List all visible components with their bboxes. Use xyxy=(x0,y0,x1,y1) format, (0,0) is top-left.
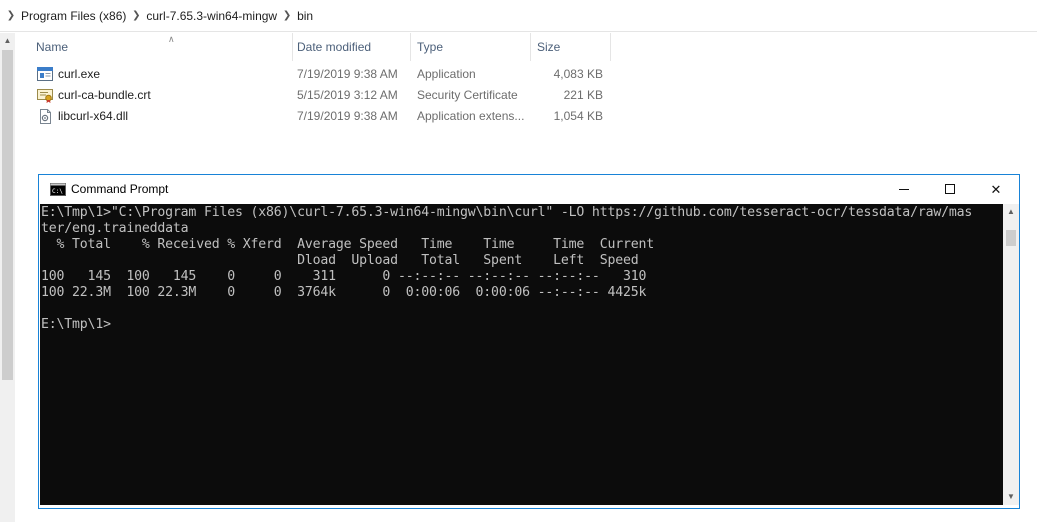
file-date-modified: 5/15/2019 3:12 AM xyxy=(297,88,398,102)
command-prompt-titlebar[interactable]: C:\ Command Prompt ✕ xyxy=(39,175,1019,204)
column-header-date-modified[interactable]: Date modified xyxy=(291,33,411,61)
sort-ascending-icon: ∧ xyxy=(168,34,175,44)
file-type: Application extens... xyxy=(417,109,525,123)
column-header-date-label: Date modified xyxy=(297,40,372,54)
column-header-type-label: Type xyxy=(417,40,444,54)
file-date-modified: 7/19/2019 9:38 AM xyxy=(297,67,398,81)
file-name: curl-ca-bundle.crt xyxy=(58,88,151,102)
command-prompt-window[interactable]: C:\ Command Prompt ✕ E:\Tmp\1>"C:\Progra… xyxy=(38,174,1020,509)
scrollbar-thumb[interactable] xyxy=(2,50,13,380)
column-header-size-label: Size xyxy=(537,40,561,54)
certificate-icon xyxy=(37,89,53,103)
file-row-libcurl-dll[interactable]: libcurl-x64.dll 7/19/2019 9:38 AM Applic… xyxy=(15,106,815,127)
breadcrumb-item-program-files[interactable]: Program Files (x86) xyxy=(18,9,129,23)
scrollbar-thumb[interactable] xyxy=(1006,230,1016,246)
maximize-icon xyxy=(945,184,955,194)
command-prompt-icon: C:\ xyxy=(50,183,66,196)
chevron-right-icon[interactable]: ❯ xyxy=(4,10,18,21)
column-header-type[interactable]: Type xyxy=(411,33,531,61)
file-name: libcurl-x64.dll xyxy=(58,109,129,123)
breadcrumb-item-curl-folder[interactable]: curl-7.65.3-win64-mingw xyxy=(143,9,280,23)
breadcrumb-item-bin[interactable]: bin xyxy=(294,9,316,23)
chevron-right-icon[interactable]: ❯ xyxy=(280,10,294,21)
file-name: curl.exe xyxy=(58,67,101,81)
minimize-icon xyxy=(899,189,909,190)
breadcrumb: ❯ Program Files (x86) ❯ curl-7.65.3-win6… xyxy=(0,0,1037,32)
chevron-right-icon[interactable]: ❯ xyxy=(129,10,143,21)
file-size: 221 KB xyxy=(563,88,603,102)
file-list: curl.exe 7/19/2019 9:38 AM Application 4… xyxy=(15,64,815,127)
window-title: Command Prompt xyxy=(71,182,169,196)
column-header-name[interactable]: Name ∧ xyxy=(30,33,293,61)
file-type: Application xyxy=(417,67,476,81)
file-date-modified: 7/19/2019 9:38 AM xyxy=(297,109,398,123)
minimize-button[interactable] xyxy=(881,175,927,204)
navigation-pane-scrollbar[interactable]: ▲ xyxy=(0,33,15,522)
file-list-header: Name ∧ Date modified Type Size xyxy=(15,33,815,61)
console-scrollbar[interactable]: ▲ ▼ xyxy=(1003,204,1019,505)
column-header-name-label: Name xyxy=(36,40,69,54)
dll-icon xyxy=(40,109,51,124)
file-size: 1,054 KB xyxy=(553,109,603,123)
close-button[interactable]: ✕ xyxy=(973,175,1019,204)
svg-text:C:\: C:\ xyxy=(52,188,63,195)
console-text: E:\Tmp\1>"C:\Program Files (x86)\curl-7.… xyxy=(41,205,973,332)
file-size: 4,083 KB xyxy=(553,67,603,81)
maximize-button[interactable] xyxy=(927,175,973,204)
scroll-up-arrow-icon[interactable]: ▲ xyxy=(1003,204,1019,220)
scroll-up-arrow-icon[interactable]: ▲ xyxy=(0,33,15,48)
file-row-curl-exe[interactable]: curl.exe 7/19/2019 9:38 AM Application 4… xyxy=(15,64,815,85)
explorer-right-edge xyxy=(1030,33,1037,522)
console-output[interactable]: E:\Tmp\1>"C:\Program Files (x86)\curl-7.… xyxy=(40,204,1003,505)
file-type: Security Certificate xyxy=(417,88,518,102)
file-row-curl-ca-bundle[interactable]: curl-ca-bundle.crt 5/15/2019 3:12 AM Sec… xyxy=(15,85,815,106)
application-icon xyxy=(37,67,53,81)
close-icon: ✕ xyxy=(990,182,1002,197)
scroll-down-arrow-icon[interactable]: ▼ xyxy=(1003,489,1019,505)
column-header-size[interactable]: Size xyxy=(531,33,611,61)
